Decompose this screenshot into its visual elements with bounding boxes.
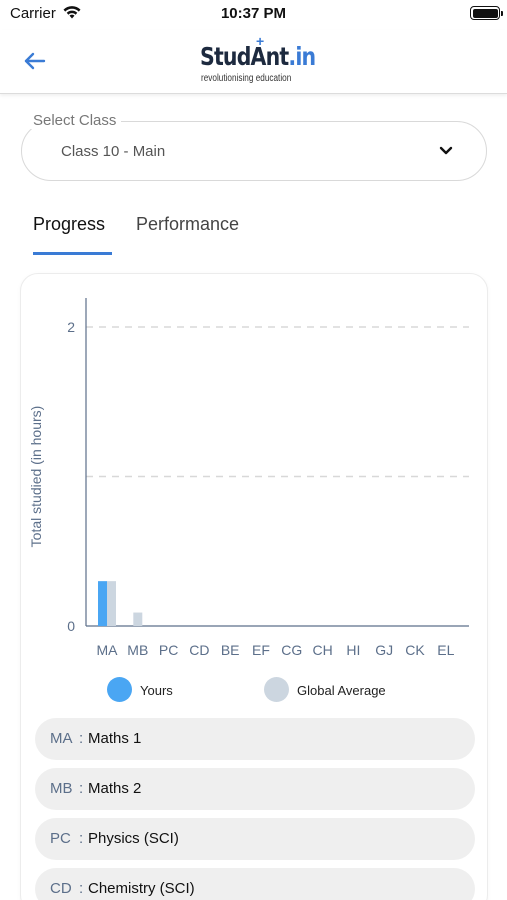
back-button[interactable]	[20, 46, 50, 76]
subject-name: Physics (SCI)	[88, 830, 179, 847]
x-tick-label-pc: PC	[159, 642, 178, 658]
class-select-value: Class 10 - Main	[61, 143, 166, 160]
status-bar: Carrier 10:37 PM	[0, 0, 507, 30]
tab-performance[interactable]: Performance	[136, 214, 239, 235]
subject-separator: :	[79, 780, 84, 797]
bar-global-average-mb	[133, 612, 143, 626]
app-logo: StudAnt.in + revolutionising education	[200, 33, 316, 86]
y-axis-label: Total studied (in hours)	[28, 406, 44, 548]
x-tick-label-ch: CH	[312, 642, 332, 658]
legend-swatch-yours	[107, 677, 132, 702]
subject-code: MA	[50, 730, 73, 747]
x-tick-label-ef: EF	[252, 642, 270, 658]
chevron-down-icon	[439, 146, 453, 155]
x-tick-label-gj: GJ	[375, 642, 393, 658]
subject-item-ma[interactable]: MA: Maths 1	[35, 718, 475, 760]
subject-list: MA: Maths 1 MB: Maths 2 PC: Physics (SCI) CD: C…	[35, 718, 475, 900]
subject-item-pc[interactable]: PC: Physics (SCI)	[35, 818, 475, 860]
subject-code: MB	[50, 780, 73, 797]
subject-code: PC	[50, 830, 71, 847]
subject-name: Maths 2	[88, 780, 142, 797]
subject-name: Maths 1	[88, 730, 142, 747]
logo-tld-text: .in	[288, 42, 316, 71]
logo-star-icon: +	[256, 33, 265, 49]
y-tick-label-2: 2	[67, 319, 75, 335]
legend-label-global-average: Global Average	[297, 683, 386, 698]
x-tick-label-el: EL	[437, 642, 454, 658]
x-tick-label-cg: CG	[281, 642, 302, 658]
x-tick-label-hi: HI	[346, 642, 360, 658]
subject-separator: :	[79, 880, 84, 897]
active-tab-indicator	[33, 252, 112, 255]
bar-global-average-ma	[107, 581, 116, 626]
x-tick-label-be: BE	[221, 642, 240, 658]
x-tick-label-ma: MA	[97, 642, 119, 658]
y-tick-label-0: 0	[67, 618, 75, 634]
tab-progress[interactable]: Progress	[33, 214, 105, 235]
legend-label-yours: Yours	[140, 683, 173, 698]
class-select-label: Select Class	[28, 112, 122, 129]
x-tick-label-mb: MB	[127, 642, 148, 658]
app-header: StudAnt.in + revolutionising education	[0, 30, 507, 94]
subject-separator: :	[79, 730, 84, 747]
class-select[interactable]: Select Class Class 10 - Main	[21, 112, 487, 181]
x-tick-label-cd: CD	[189, 642, 209, 658]
progress-chart: 0 2 Total studied (in hours) MA MB PC CD BE EF CG…	[28, 298, 469, 658]
clock: 10:37 PM	[220, 5, 287, 22]
legend-swatch-global-average	[264, 677, 289, 702]
arrow-left-icon	[24, 52, 46, 70]
logo-main-text: StudAnt	[200, 42, 289, 71]
logo-tagline: revolutionising education	[201, 73, 292, 84]
battery-icon	[470, 6, 503, 20]
subject-code: CD	[50, 880, 72, 897]
bar-yours-ma	[98, 581, 107, 626]
subject-item-cd[interactable]: CD: Chemistry (SCI)	[35, 868, 475, 900]
subject-item-mb[interactable]: MB: Maths 2	[35, 768, 475, 810]
subject-separator: :	[79, 830, 84, 847]
chart-legend: Yours Global Average	[21, 677, 489, 703]
x-tick-label-ck: CK	[405, 642, 425, 658]
subject-name: Chemistry (SCI)	[88, 880, 195, 897]
progress-card: 0 2 Total studied (in hours) MA MB PC CD BE EF CG…	[20, 273, 488, 900]
